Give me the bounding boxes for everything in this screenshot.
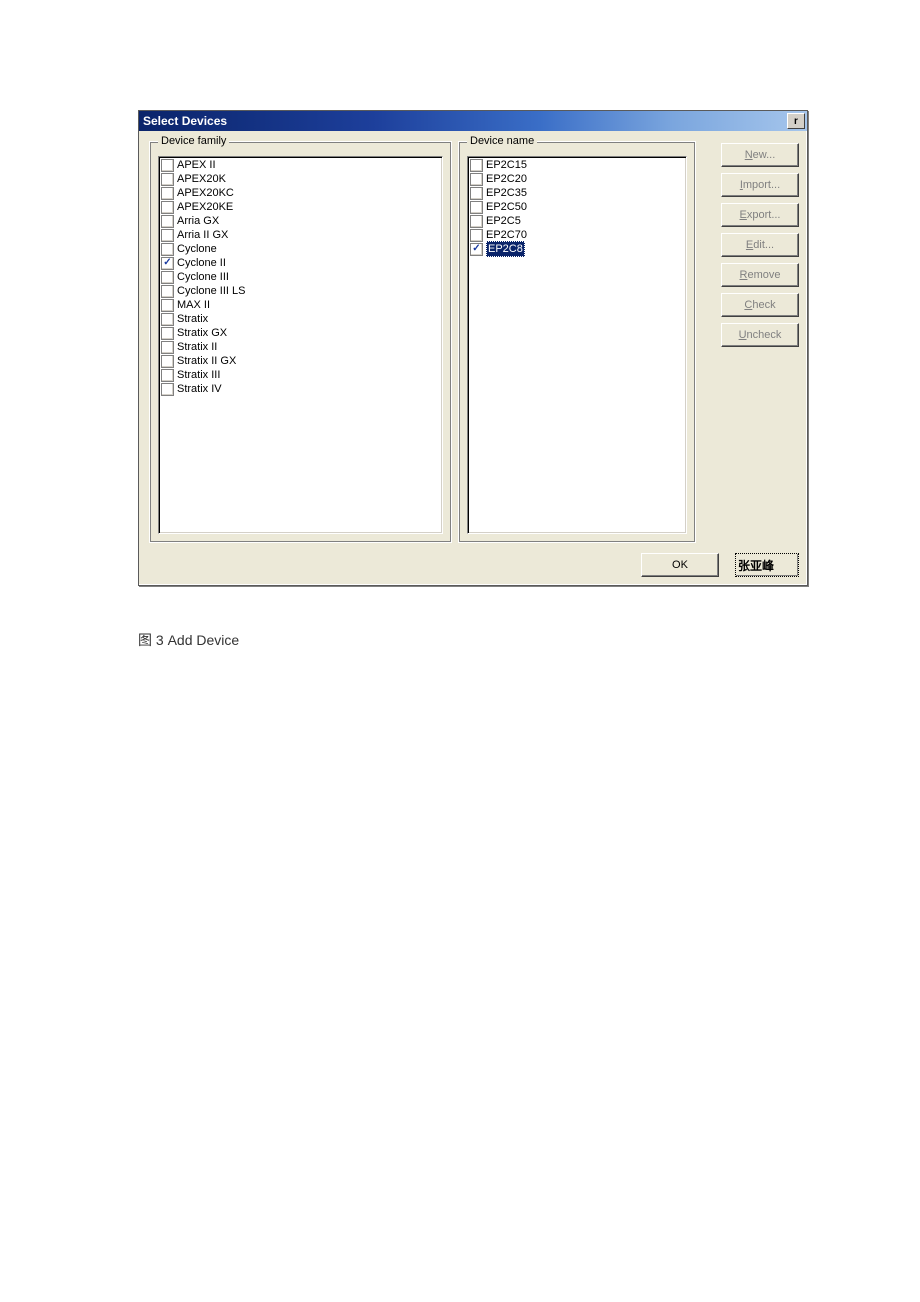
check-button[interactable]: Check (721, 293, 799, 317)
uncheck-button[interactable]: Uncheck (721, 323, 799, 347)
list-item[interactable]: Stratix IV (161, 382, 440, 396)
checkbox-icon[interactable] (161, 187, 174, 200)
list-item-label: APEX20K (177, 172, 226, 186)
close-icon: r (794, 116, 798, 127)
list-item[interactable]: APEX20KE (161, 200, 440, 214)
ok-button[interactable]: OK (641, 553, 719, 577)
checkbox-icon[interactable] (470, 243, 483, 256)
list-item-label: Stratix (177, 312, 208, 326)
list-item-label: Cyclone II (177, 256, 226, 270)
list-item-label: EP2C70 (486, 228, 527, 242)
list-item-label: MAX II (177, 298, 210, 312)
device-family-group: Device family APEX IIAPEX20KAPEX20KCAPEX… (149, 141, 452, 543)
list-item[interactable]: APEX II (161, 158, 440, 172)
titlebar: Select Devices r (139, 111, 807, 131)
list-item-label: Stratix II (177, 340, 217, 354)
list-item[interactable]: Cyclone III (161, 270, 440, 284)
watermark-text: 张亚峰 (738, 557, 774, 574)
dialog-title: Select Devices (143, 114, 227, 128)
list-item[interactable]: EP2C70 (470, 228, 684, 242)
list-item[interactable]: Cyclone (161, 242, 440, 256)
list-item-label: EP2C35 (486, 186, 527, 200)
remove-button[interactable]: Remove (721, 263, 799, 287)
list-item[interactable]: Stratix (161, 312, 440, 326)
list-item[interactable]: Arria GX (161, 214, 440, 228)
list-item-label: Stratix III (177, 368, 220, 382)
device-name-list[interactable]: EP2C15EP2C20EP2C35EP2C50EP2C5EP2C70EP2C8 (467, 156, 687, 534)
checkbox-icon[interactable] (470, 215, 483, 228)
checkbox-icon[interactable] (161, 201, 174, 214)
checkbox-icon[interactable] (161, 257, 174, 270)
edit-button[interactable]: Edit... (721, 233, 799, 257)
list-item[interactable]: Stratix GX (161, 326, 440, 340)
list-item-label: Arria GX (177, 214, 219, 228)
side-button-column: New... Import... Export... Edit... Remov… (702, 141, 799, 543)
figure-caption: 图 3 Add Device (138, 630, 806, 650)
checkbox-icon[interactable] (470, 201, 483, 214)
checkbox-icon[interactable] (161, 355, 174, 368)
list-item[interactable]: MAX II (161, 298, 440, 312)
checkbox-icon[interactable] (161, 383, 174, 396)
checkbox-icon[interactable] (470, 159, 483, 172)
list-item[interactable]: APEX20KC (161, 186, 440, 200)
list-item[interactable]: APEX20K (161, 172, 440, 186)
list-item[interactable]: Cyclone II (161, 256, 440, 270)
device-family-legend: Device family (158, 135, 229, 147)
device-family-list[interactable]: APEX IIAPEX20KAPEX20KCAPEX20KEArria GXAr… (158, 156, 443, 534)
list-item[interactable]: EP2C8 (470, 242, 684, 256)
list-item-label: Cyclone III LS (177, 284, 245, 298)
list-item[interactable]: EP2C15 (470, 158, 684, 172)
list-item[interactable]: Arria II GX (161, 228, 440, 242)
list-item[interactable]: Cyclone III LS (161, 284, 440, 298)
checkbox-icon[interactable] (470, 187, 483, 200)
list-item-label: Stratix IV (177, 382, 222, 396)
list-item-label: Cyclone III (177, 270, 229, 284)
list-item-label: Cyclone (177, 242, 217, 256)
list-item-label: APEX20KC (177, 186, 234, 200)
select-devices-dialog: Select Devices r Device family APEX IIAP… (138, 110, 808, 586)
list-item-label: Stratix II GX (177, 354, 236, 368)
checkbox-icon[interactable] (161, 215, 174, 228)
list-item[interactable]: EP2C20 (470, 172, 684, 186)
checkbox-icon[interactable] (161, 271, 174, 284)
checkbox-icon[interactable] (161, 229, 174, 242)
close-button[interactable]: r (787, 113, 805, 129)
list-item-label: EP2C20 (486, 172, 527, 186)
checkbox-icon[interactable] (161, 285, 174, 298)
list-item[interactable]: EP2C35 (470, 186, 684, 200)
new-button[interactable]: New... (721, 143, 799, 167)
checkbox-icon[interactable] (161, 173, 174, 186)
list-item-label: Arria II GX (177, 228, 228, 242)
device-name-legend: Device name (467, 135, 537, 147)
import-button[interactable]: Import... (721, 173, 799, 197)
list-item[interactable]: EP2C5 (470, 214, 684, 228)
list-item-label: EP2C15 (486, 158, 527, 172)
checkbox-icon[interactable] (470, 229, 483, 242)
list-item[interactable]: Stratix II GX (161, 354, 440, 368)
watermark-button[interactable]: 张亚峰 (735, 553, 799, 577)
export-button[interactable]: Export... (721, 203, 799, 227)
device-name-group: Device name EP2C15EP2C20EP2C35EP2C50EP2C… (458, 141, 696, 543)
checkbox-icon[interactable] (470, 173, 483, 186)
list-item[interactable]: Stratix III (161, 368, 440, 382)
checkbox-icon[interactable] (161, 299, 174, 312)
checkbox-icon[interactable] (161, 341, 174, 354)
list-item-label: EP2C5 (486, 214, 521, 228)
dialog-bottom-bar: OK 张亚峰 (149, 543, 799, 577)
checkbox-icon[interactable] (161, 243, 174, 256)
list-item-label: EP2C50 (486, 200, 527, 214)
list-item-label: APEX20KE (177, 200, 233, 214)
list-item-label: APEX II (177, 158, 216, 172)
checkbox-icon[interactable] (161, 327, 174, 340)
checkbox-icon[interactable] (161, 159, 174, 172)
list-item-label: EP2C8 (486, 241, 525, 257)
checkbox-icon[interactable] (161, 369, 174, 382)
checkbox-icon[interactable] (161, 313, 174, 326)
list-item[interactable]: Stratix II (161, 340, 440, 354)
list-item[interactable]: EP2C50 (470, 200, 684, 214)
list-item-label: Stratix GX (177, 326, 227, 340)
